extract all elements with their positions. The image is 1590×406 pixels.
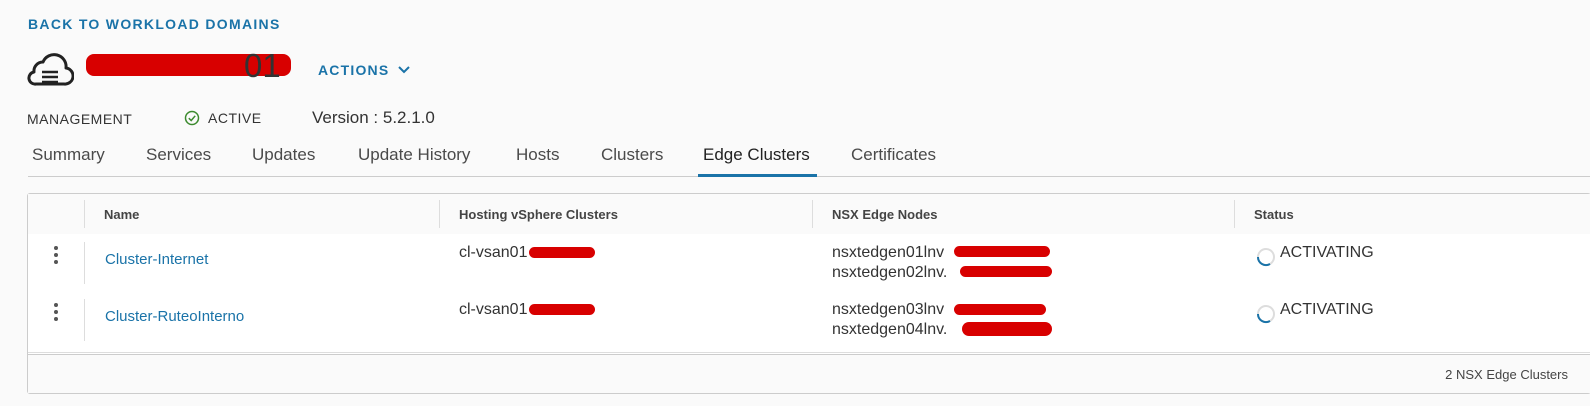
edge-node-text: nsxtedgen01lnv [832, 244, 945, 261]
cloud-domain-icon [27, 53, 74, 86]
column-header-name[interactable]: Name [104, 207, 139, 222]
column-header-edge-nodes[interactable]: NSX Edge Nodes [832, 207, 937, 222]
tab-updates[interactable]: Updates [252, 145, 315, 165]
column-header-hosting-clusters[interactable]: Hosting vSphere Clusters [459, 207, 618, 222]
table-row: Cluster-RuteoInterno cl-vsan01 nsxtedgen… [28, 291, 1590, 353]
edge-clusters-grid: Name Hosting vSphere Clusters NSX Edge N… [27, 193, 1590, 394]
redaction-mark [954, 304, 1046, 315]
check-circle-icon [184, 110, 200, 126]
actions-dropdown[interactable]: ACTIONS [318, 62, 411, 78]
footer-count: 2 NSX Edge Clusters [1445, 367, 1568, 382]
tab-bar: Summary Services Updates Update History … [28, 140, 1590, 177]
tab-summary[interactable]: Summary [32, 145, 105, 165]
redaction-mark [529, 304, 595, 315]
column-header-status[interactable]: Status [1254, 207, 1294, 222]
status-text: ACTIVATING [1280, 301, 1374, 318]
redaction-mark [954, 246, 1050, 257]
edge-node-text: nsxtedgen04lnv. [832, 321, 948, 338]
actions-label: ACTIONS [318, 62, 390, 78]
grid-header: Name Hosting vSphere Clusters NSX Edge N… [28, 194, 1590, 235]
redaction-mark [960, 266, 1052, 277]
spinner-icon [1256, 248, 1275, 267]
redaction-mark [529, 247, 595, 258]
domain-status-label: ACTIVE [208, 110, 262, 126]
row-actions-menu-icon[interactable] [54, 244, 60, 264]
hosting-cluster-text: cl-vsan01 [459, 244, 528, 261]
tab-hosts[interactable]: Hosts [516, 145, 559, 165]
edge-node-text: nsxtedgen02lnv. [832, 264, 948, 281]
domain-status: ACTIVE [184, 110, 262, 126]
domain-type-label: MANAGEMENT [27, 111, 133, 127]
grid-footer: 2 NSX Edge Clusters [28, 354, 1590, 393]
chevron-down-icon [398, 66, 411, 74]
tab-edge-clusters[interactable]: Edge Clusters [703, 145, 810, 165]
active-tab-indicator [698, 174, 817, 177]
spinner-icon [1256, 305, 1275, 324]
cluster-name-link[interactable]: Cluster-RuteoInterno [105, 308, 244, 325]
version-label: Version : 5.2.1.0 [312, 108, 435, 127]
edge-node-text: nsxtedgen03lnv [832, 301, 945, 318]
tab-certificates[interactable]: Certificates [851, 145, 936, 165]
cluster-name-link[interactable]: Cluster-Internet [105, 251, 208, 268]
tab-clusters[interactable]: Clusters [601, 145, 663, 165]
redaction-mark [962, 322, 1052, 336]
table-row: Cluster-Internet cl-vsan01 nsxtedgen01ln… [28, 234, 1590, 292]
back-to-workload-domains-link[interactable]: BACK TO WORKLOAD DOMAINS [28, 16, 281, 32]
tab-update-history[interactable]: Update History [358, 145, 470, 165]
tab-services[interactable]: Services [146, 145, 211, 165]
row-actions-menu-icon[interactable] [54, 301, 60, 321]
domain-title-suffix: 01 [244, 47, 281, 84]
hosting-cluster-text: cl-vsan01 [459, 301, 528, 318]
status-text: ACTIVATING [1280, 244, 1374, 261]
